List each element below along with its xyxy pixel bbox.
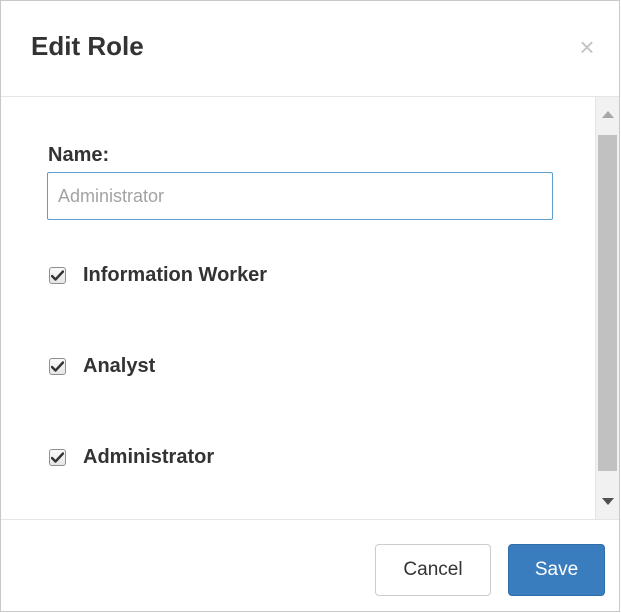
dialog-header: Edit Role ×	[1, 1, 619, 97]
name-input[interactable]	[47, 172, 553, 220]
dialog-title: Edit Role	[31, 31, 144, 61]
checkbox-checked-icon[interactable]	[49, 448, 66, 466]
role-label: Information Worker	[83, 263, 268, 286]
role-checkbox-analyst[interactable]: Analyst	[49, 353, 155, 379]
scroll-thumb[interactable]	[598, 135, 617, 471]
role-label: Administrator	[83, 445, 215, 468]
role-label: Analyst	[83, 354, 156, 377]
role-checkbox-administrator[interactable]: Administrator	[49, 444, 214, 470]
checkbox-checked-icon[interactable]	[49, 266, 66, 284]
scroll-down-icon[interactable]	[602, 498, 614, 505]
dialog-footer: Cancel Save	[1, 519, 619, 613]
cancel-button[interactable]: Cancel	[375, 544, 491, 596]
save-button[interactable]: Save	[508, 544, 605, 596]
edit-role-dialog: Edit Role × Name: Information Worker Ana…	[0, 0, 620, 612]
name-label: Name:	[48, 144, 110, 166]
dialog-body: Name: Information Worker Analyst Adminis…	[1, 97, 597, 519]
role-checkbox-information-worker[interactable]: Information Worker	[49, 262, 267, 288]
checkbox-checked-icon[interactable]	[49, 357, 66, 375]
scroll-up-icon[interactable]	[602, 111, 614, 118]
vertical-scrollbar[interactable]	[595, 97, 619, 519]
close-icon[interactable]: ×	[575, 34, 599, 60]
